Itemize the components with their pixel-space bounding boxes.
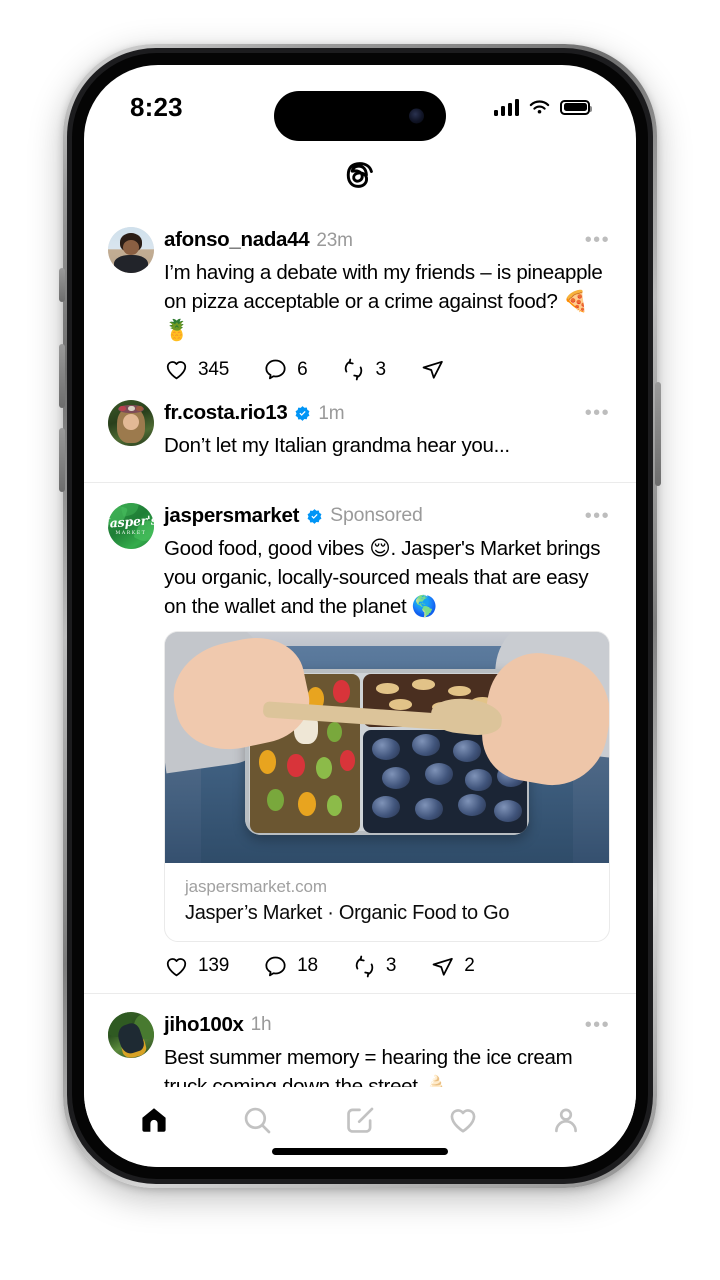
search-icon <box>244 1107 271 1134</box>
more-options-icon[interactable]: ••• <box>577 403 610 423</box>
avatar-jaspersmarket[interactable]: Jasper's MARKET <box>108 503 154 549</box>
post-jaspersmarket-sponsored[interactable]: Jasper's MARKET jaspersmarket Sponsored … <box>84 483 636 993</box>
profile-icon <box>555 1108 578 1133</box>
battery-icon <box>560 99 592 115</box>
tab-compose[interactable] <box>329 1096 391 1144</box>
bottom-tab-bar <box>84 1087 636 1167</box>
mute-switch[interactable] <box>59 268 65 302</box>
hands-holding-bento-lunchbox-image <box>165 632 609 863</box>
like-button[interactable]: 345 <box>164 357 229 382</box>
post-header: fr.costa.rio13 1m ••• <box>164 400 610 426</box>
like-count: 345 <box>198 358 230 380</box>
comment-icon <box>265 359 286 380</box>
ad-link-domain: jaspersmarket.com <box>185 876 327 896</box>
post-username[interactable]: afonso_nada44 <box>164 229 310 251</box>
heart-icon <box>166 361 187 380</box>
repost-icon <box>355 955 374 978</box>
feed-scroll-container[interactable]: afonso_nada44 23m ••• I’m having a debat… <box>84 211 636 1087</box>
post-timestamp: 1m <box>318 402 345 424</box>
avatar-afonso[interactable] <box>108 227 154 273</box>
repost-button[interactable]: 3 <box>352 954 396 979</box>
share-button[interactable]: 2 <box>430 954 475 979</box>
more-options-icon[interactable]: ••• <box>577 506 610 526</box>
volume-up-button[interactable] <box>59 344 65 408</box>
share-icon <box>422 360 443 379</box>
status-indicators <box>493 91 592 116</box>
comment-icon <box>265 956 286 977</box>
like-button[interactable]: 139 <box>164 954 229 979</box>
post-username[interactable]: fr.costa.rio13 <box>164 402 288 424</box>
avatar-jiho[interactable] <box>108 1011 154 1058</box>
verified-badge-icon <box>294 405 311 422</box>
wifi-icon <box>529 100 550 114</box>
tab-search[interactable] <box>226 1096 288 1144</box>
post-timestamp: 1h <box>250 1014 272 1036</box>
post-timestamp: 23m <box>316 229 353 251</box>
sponsored-label: Sponsored <box>330 504 423 527</box>
avatar-column <box>108 400 164 446</box>
dynamic-island <box>274 91 446 141</box>
avatar-column <box>108 1011 164 1058</box>
more-options-icon[interactable]: ••• <box>577 230 610 250</box>
repost-button[interactable]: 3 <box>341 357 386 382</box>
like-count: 139 <box>198 955 230 977</box>
home-indicator[interactable] <box>272 1148 448 1155</box>
compose-icon <box>347 1107 374 1133</box>
repost-count: 3 <box>385 955 397 977</box>
repost-count: 3 <box>375 358 386 380</box>
volume-down-button[interactable] <box>59 428 65 492</box>
avatar-column <box>108 227 164 273</box>
app-header <box>84 141 636 211</box>
avatar-frcosta[interactable] <box>108 400 154 446</box>
tab-activity[interactable] <box>432 1096 494 1144</box>
reply-count: 18 <box>297 955 318 977</box>
post-username[interactable]: jaspersmarket <box>164 505 299 527</box>
post-username[interactable]: jiho100x <box>164 1014 244 1036</box>
more-options-icon[interactable]: ••• <box>577 1015 610 1035</box>
heart-icon <box>450 1109 476 1133</box>
reply-count: 6 <box>297 358 308 380</box>
post-text: Don’t let my Italian grandma hear you... <box>164 434 510 457</box>
post-fr.costa.rio13[interactable]: fr.costa.rio13 1m ••• Don’t let my Itali… <box>84 396 636 482</box>
home-icon <box>141 1108 166 1132</box>
share-icon <box>432 957 453 976</box>
status-time: 8:23 <box>130 92 183 122</box>
verified-badge-icon <box>306 508 323 525</box>
post-text: Best summer memory = hearing the ice cre… <box>164 1045 573 1087</box>
post-jiho100x[interactable]: jiho100x 1h ••• Best summer memory = hea… <box>84 994 636 1087</box>
front-camera-icon <box>409 108 424 124</box>
share-count: 2 <box>464 955 475 977</box>
share-button[interactable] <box>420 357 454 382</box>
post-header: jaspersmarket Sponsored ••• <box>164 503 610 529</box>
post-header: afonso_nada44 23m ••• <box>164 227 610 253</box>
avatar-column: Jasper's MARKET <box>108 503 164 549</box>
post-actions: 139 18 3 2 <box>164 954 610 993</box>
tab-profile[interactable] <box>535 1096 597 1144</box>
post-text: I’m having a debate with my friends – is… <box>164 261 603 342</box>
reply-button[interactable]: 6 <box>263 357 308 382</box>
ad-link-title: Jasper’s Market · Organic Food to Go <box>185 901 510 924</box>
post-afonso_nada44[interactable]: afonso_nada44 23m ••• I’m having a debat… <box>84 211 636 396</box>
power-button[interactable] <box>655 382 661 486</box>
repost-icon <box>345 358 363 381</box>
heart-icon <box>166 958 187 977</box>
ad-link-card[interactable]: jaspersmarket.com Jasper’s Market · Orga… <box>164 631 610 942</box>
post-header: jiho100x 1h ••• <box>164 1012 610 1038</box>
screenshot-stage: 8:23 afonso_nada44 23m ••• I’m having a … <box>0 0 720 1280</box>
phone-screen: 8:23 afonso_nada44 23m ••• I’m having a … <box>84 65 636 1167</box>
reply-button[interactable]: 18 <box>263 954 318 979</box>
post-actions: 345 6 3 <box>164 357 610 396</box>
post-text: Good food, good vibes 😌. Jasper's Market… <box>164 537 601 618</box>
threads-logo-icon <box>346 162 373 188</box>
tab-home[interactable] <box>123 1096 185 1144</box>
signal-bars-icon <box>493 98 519 116</box>
